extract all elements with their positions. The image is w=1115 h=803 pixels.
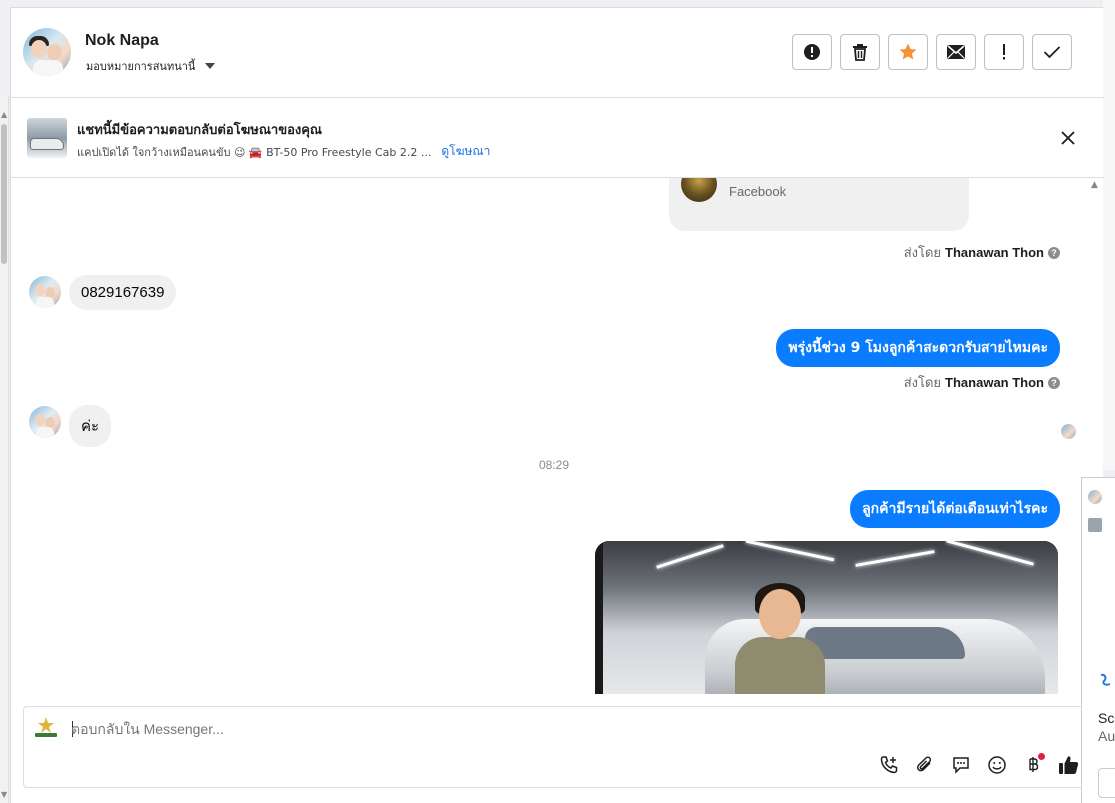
sent-by-prefix: ส่งโดย — [903, 375, 942, 390]
image-attachment[interactable] — [595, 541, 1058, 694]
help-icon[interactable]: ? — [1048, 246, 1060, 259]
help-icon[interactable]: ? — [1048, 376, 1060, 389]
reply-composer — [23, 706, 1094, 788]
contact-avatar[interactable] — [23, 28, 71, 76]
list-thumbnail[interactable] — [1088, 518, 1102, 532]
attach-button[interactable] — [913, 753, 937, 777]
shared-post-card[interactable]: Facebook — [669, 178, 969, 231]
secondary-button[interactable] — [1098, 768, 1115, 798]
page-logo — [681, 178, 717, 202]
sent-by-name[interactable]: Thanawan Thon — [945, 375, 1044, 390]
notification-dot — [1038, 753, 1045, 760]
report-icon — [804, 44, 820, 60]
like-button[interactable] — [1057, 753, 1081, 777]
assign-conversation-dropdown[interactable]: มอบหมายการสนทนานี้ — [86, 57, 216, 75]
star-icon — [899, 43, 917, 60]
inbox-app: ▲ ▼ Nok Napa มอบหมายการสนทนานี้ แชทนี้มี… — [0, 0, 1115, 803]
emoji-button[interactable] — [985, 753, 1009, 777]
outgoing-message[interactable]: พรุ่งนี้ช่วง 9 โมงลูกค้าสะดวกรับสายไหมคะ — [776, 329, 1060, 367]
seen-avatar — [1061, 424, 1076, 439]
call-button[interactable] — [877, 753, 901, 777]
chat-bubble-icon — [953, 757, 969, 774]
spam-button[interactable] — [984, 34, 1024, 70]
incoming-message[interactable]: ค่ะ — [69, 405, 112, 447]
sender-avatar[interactable] — [29, 406, 61, 438]
message-timestamp: 08:29 — [538, 458, 570, 472]
star-button[interactable] — [888, 34, 928, 70]
assign-label: มอบหมายการสนทนานี้ — [86, 60, 196, 73]
phone-plus-icon — [880, 756, 898, 774]
caret-down-icon — [205, 63, 216, 69]
report-button[interactable] — [792, 34, 832, 70]
delete-button[interactable] — [840, 34, 880, 70]
left-scrollbar[interactable]: ▲ ▼ — [0, 96, 9, 803]
message-thread[interactable]: Facebook ส่งโดย Thanawan Thon ? 08291676… — [11, 178, 1104, 694]
reply-input[interactable] — [71, 721, 1031, 737]
secondary-window-strip: Scr Au — [1081, 477, 1115, 803]
app-logo-icon — [1100, 673, 1111, 686]
background-strip — [1103, 0, 1115, 470]
list-avatar[interactable] — [1088, 490, 1102, 504]
envelope-icon — [947, 45, 965, 59]
thumbs-up-icon — [1059, 756, 1079, 774]
sender-avatar[interactable] — [29, 276, 61, 308]
incoming-message[interactable]: 0829167639 — [69, 275, 177, 310]
ad-thumbnail[interactable] — [27, 118, 67, 158]
exclamation-icon — [1003, 44, 1005, 60]
close-icon — [1061, 131, 1075, 145]
sent-by-name[interactable]: Thanawan Thon — [945, 245, 1044, 260]
composer-toolbar — [877, 753, 1081, 777]
ad-reply-banner: แชทนี้มีข้อความตอบกลับต่อโฆษณาของคุณ แคป… — [11, 98, 1104, 178]
sent-by-prefix: ส่งโดย — [903, 245, 942, 260]
page-logo-icon — [35, 717, 57, 737]
scrollbar-thumb[interactable] — [1, 124, 7, 264]
check-icon — [1043, 46, 1061, 59]
secondary-subtext: Au — [1098, 728, 1115, 744]
ad-banner-title: แชทนี้มีข้อความตอบกลับต่อโฆษณาของคุณ — [77, 123, 322, 138]
view-ad-link[interactable]: ดูโฆษณา — [441, 142, 490, 161]
conversation-panel: Nok Napa มอบหมายการสนทนานี้ แชทนี้มีข้อค… — [10, 7, 1104, 803]
ad-banner-subtitle-row: แคปเปิดได้ ใจกว้างเหมือนคนขับ 😉 🚘 BT-50 … — [77, 142, 490, 161]
sent-by-label: ส่งโดย Thanawan Thon ? — [904, 372, 1060, 393]
shared-post-source: Facebook — [729, 184, 787, 199]
contact-name[interactable]: Nok Napa — [85, 32, 159, 50]
scroll-up-arrow-icon[interactable]: ▲ — [1091, 180, 1098, 190]
mark-unread-button[interactable] — [936, 34, 976, 70]
sent-by-label: ส่งโดย Thanawan Thon ? — [904, 242, 1060, 263]
close-banner-button[interactable] — [1056, 126, 1080, 150]
header-actions — [792, 34, 1072, 70]
trash-icon — [853, 44, 867, 61]
ad-banner-subtitle: แคปเปิดได้ ใจกว้างเหมือนคนขับ 😉 🚘 BT-50 … — [77, 145, 432, 159]
secondary-text: Scr — [1098, 710, 1115, 726]
scroll-down-arrow-icon[interactable]: ▼ — [1, 790, 7, 799]
conversation-header: Nok Napa มอบหมายการสนทนานี้ — [11, 8, 1104, 98]
saved-replies-button[interactable] — [949, 753, 973, 777]
smiley-icon — [988, 756, 1006, 774]
done-button[interactable] — [1032, 34, 1072, 70]
scroll-up-arrow-icon[interactable]: ▲ — [1, 110, 7, 119]
paperclip-icon — [916, 756, 932, 772]
outgoing-message[interactable]: ลูกค้ามีรายได้ต่อเดือนเท่าไรคะ — [850, 490, 1060, 528]
payment-button[interactable] — [1021, 753, 1045, 777]
